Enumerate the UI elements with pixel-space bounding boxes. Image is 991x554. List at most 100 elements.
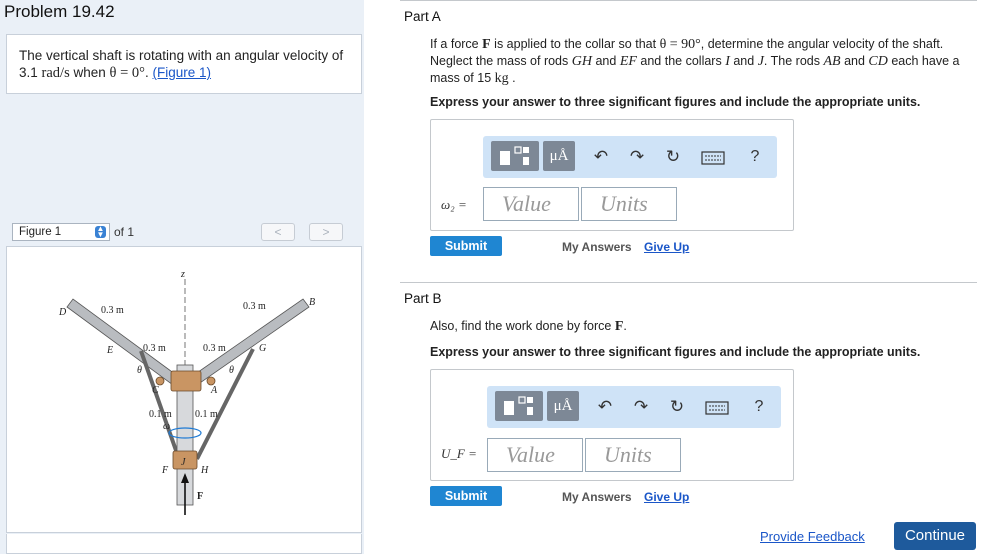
- q-collar-i: I: [725, 54, 730, 69]
- label-a: A: [210, 385, 218, 396]
- dim-0.1m-left: 0.1 m: [149, 409, 172, 420]
- part-a-value-input[interactable]: Value: [483, 187, 579, 221]
- redo-icon[interactable]: ↷: [627, 147, 647, 167]
- part-a-submit-button[interactable]: Submit: [430, 236, 502, 256]
- part-a-my-answers[interactable]: My Answers: [562, 240, 632, 254]
- label-b: B: [309, 297, 315, 308]
- problem-when: when: [73, 65, 106, 80]
- q-text: .: [623, 319, 627, 333]
- part-b-question: Also, find the work done by force F.: [430, 318, 982, 335]
- part-a-title: Part A: [404, 9, 441, 24]
- part-b-my-answers[interactable]: My Answers: [562, 490, 632, 504]
- figure-nav-bar: Figure 1 ▲ ▼ of 1 < >: [8, 223, 362, 241]
- help-icon[interactable]: ?: [745, 147, 765, 167]
- dim-0.3m-left: 0.3 m: [101, 305, 124, 316]
- units-button[interactable]: μÅ: [547, 391, 579, 421]
- part-b-title: Part B: [404, 291, 442, 306]
- q-rod-ab: AB: [823, 54, 841, 69]
- label-c: C: [152, 385, 159, 396]
- reset-icon[interactable]: ↻: [663, 147, 683, 167]
- keyboard-icon[interactable]: [701, 147, 725, 167]
- q-theta: θ = 90°: [659, 37, 701, 52]
- part-b-answer-box: μÅ ↶ ↷ ↻ ? U_F = Value Units: [430, 369, 794, 481]
- template-button[interactable]: [491, 141, 539, 171]
- continue-button[interactable]: Continue: [894, 522, 976, 550]
- q-text: and: [844, 54, 865, 68]
- q-rod-ef: EF: [619, 54, 637, 69]
- q-text: and the collars: [640, 54, 722, 68]
- provide-feedback-link[interactable]: Provide Feedback: [760, 529, 865, 544]
- label-e: E: [106, 345, 113, 356]
- part-b-value-input[interactable]: Value: [487, 438, 583, 472]
- pin-c: [155, 376, 165, 386]
- problem-title: Problem 19.42: [4, 2, 115, 21]
- part-a-units-input[interactable]: Units: [581, 187, 677, 221]
- q-text: is applied to the collar so that: [494, 37, 657, 51]
- template-button[interactable]: [495, 391, 543, 421]
- label-z: z: [180, 269, 185, 280]
- q-mass: 15: [477, 71, 492, 85]
- part-a-answer-box: μÅ ↶ ↷ ↻ ? ω₂ = Value Units: [430, 119, 794, 231]
- label-f: F: [161, 465, 169, 476]
- undo-icon[interactable]: ↶: [595, 397, 615, 417]
- label-d: D: [58, 307, 67, 318]
- figure-link[interactable]: (Figure 1): [153, 65, 212, 80]
- dim-0.3m-right: 0.3 m: [243, 301, 266, 312]
- label-force: F: [197, 491, 203, 502]
- q-rod-gh: GH: [571, 54, 592, 69]
- figure-panel: z D B E G C A F H J 0.3 m 0.3 m 0.3 m 0.…: [6, 246, 362, 533]
- part-divider: [400, 282, 977, 283]
- dim-0.3m-inner-right: 0.3 m: [203, 343, 226, 354]
- problem-theta: θ = 0°: [109, 65, 145, 81]
- part-b-give-up-link[interactable]: Give Up: [644, 490, 689, 504]
- redo-icon[interactable]: ↷: [631, 397, 651, 417]
- q-text: .: [512, 71, 516, 85]
- figure-select[interactable]: Figure 1 ▲ ▼: [12, 223, 110, 241]
- next-figure-button[interactable]: >: [309, 223, 343, 241]
- right-pane: Part A If a force F is applied to the co…: [364, 0, 991, 554]
- template-icon: [500, 146, 529, 165]
- part-a-toolbar: μÅ ↶ ↷ ↻ ?: [483, 136, 777, 178]
- label-omega: ω: [163, 421, 170, 432]
- problem-omega-unit: rad/s: [41, 65, 70, 81]
- q-text: and: [595, 54, 617, 68]
- reset-icon[interactable]: ↻: [667, 397, 687, 417]
- part-a-give-up-link[interactable]: Give Up: [644, 240, 689, 254]
- part-b-units-input[interactable]: Units: [585, 438, 681, 472]
- q-force-symbol: F: [482, 37, 491, 52]
- problem-omega-value: 3.1: [19, 65, 38, 80]
- left-pane: Problem 19.42 The vertical shaft is rota…: [0, 0, 364, 554]
- q-text: and: [733, 54, 755, 68]
- q-text: If a force: [430, 37, 479, 51]
- units-button[interactable]: μÅ: [543, 141, 575, 171]
- q-text: . The rods: [763, 54, 820, 68]
- figure-count: of 1: [114, 225, 135, 239]
- part-b-toolbar: μÅ ↶ ↷ ↻ ?: [487, 386, 781, 428]
- problem-text-a: The vertical shaft is rotating with an a…: [19, 48, 344, 63]
- q-text: Also, find the work done by force: [430, 319, 612, 333]
- keyboard-icon[interactable]: [705, 397, 729, 417]
- part-a-question: If a force F is applied to the collar so…: [430, 36, 982, 87]
- figure-bottom-strip: [6, 534, 362, 554]
- figure-select-value: Figure 1: [19, 226, 62, 238]
- label-g: G: [259, 343, 266, 354]
- label-theta-left: θ: [137, 365, 142, 376]
- help-icon[interactable]: ?: [749, 397, 769, 417]
- dim-0.1m-right: 0.1 m: [195, 409, 218, 420]
- q-rod-cd: CD: [868, 54, 888, 69]
- part-b-submit-button[interactable]: Submit: [430, 486, 502, 506]
- part-b-variable-label: U_F =: [441, 446, 477, 461]
- part-a-variable-label: ω₂ =: [441, 197, 467, 212]
- pin-a: [206, 376, 216, 386]
- top-divider: [400, 0, 977, 1]
- label-theta-right: θ: [229, 365, 234, 376]
- prev-figure-button[interactable]: <: [261, 223, 295, 241]
- q-mass-unit: kg: [494, 71, 509, 86]
- label-j: J: [181, 457, 186, 468]
- dim-0.3m-inner-left: 0.3 m: [143, 343, 166, 354]
- template-icon: [504, 396, 533, 415]
- collar-top: [170, 370, 202, 392]
- part-a-instructions: Express your answer to three significant…: [430, 95, 921, 109]
- label-h: H: [200, 465, 209, 476]
- undo-icon[interactable]: ↶: [591, 147, 611, 167]
